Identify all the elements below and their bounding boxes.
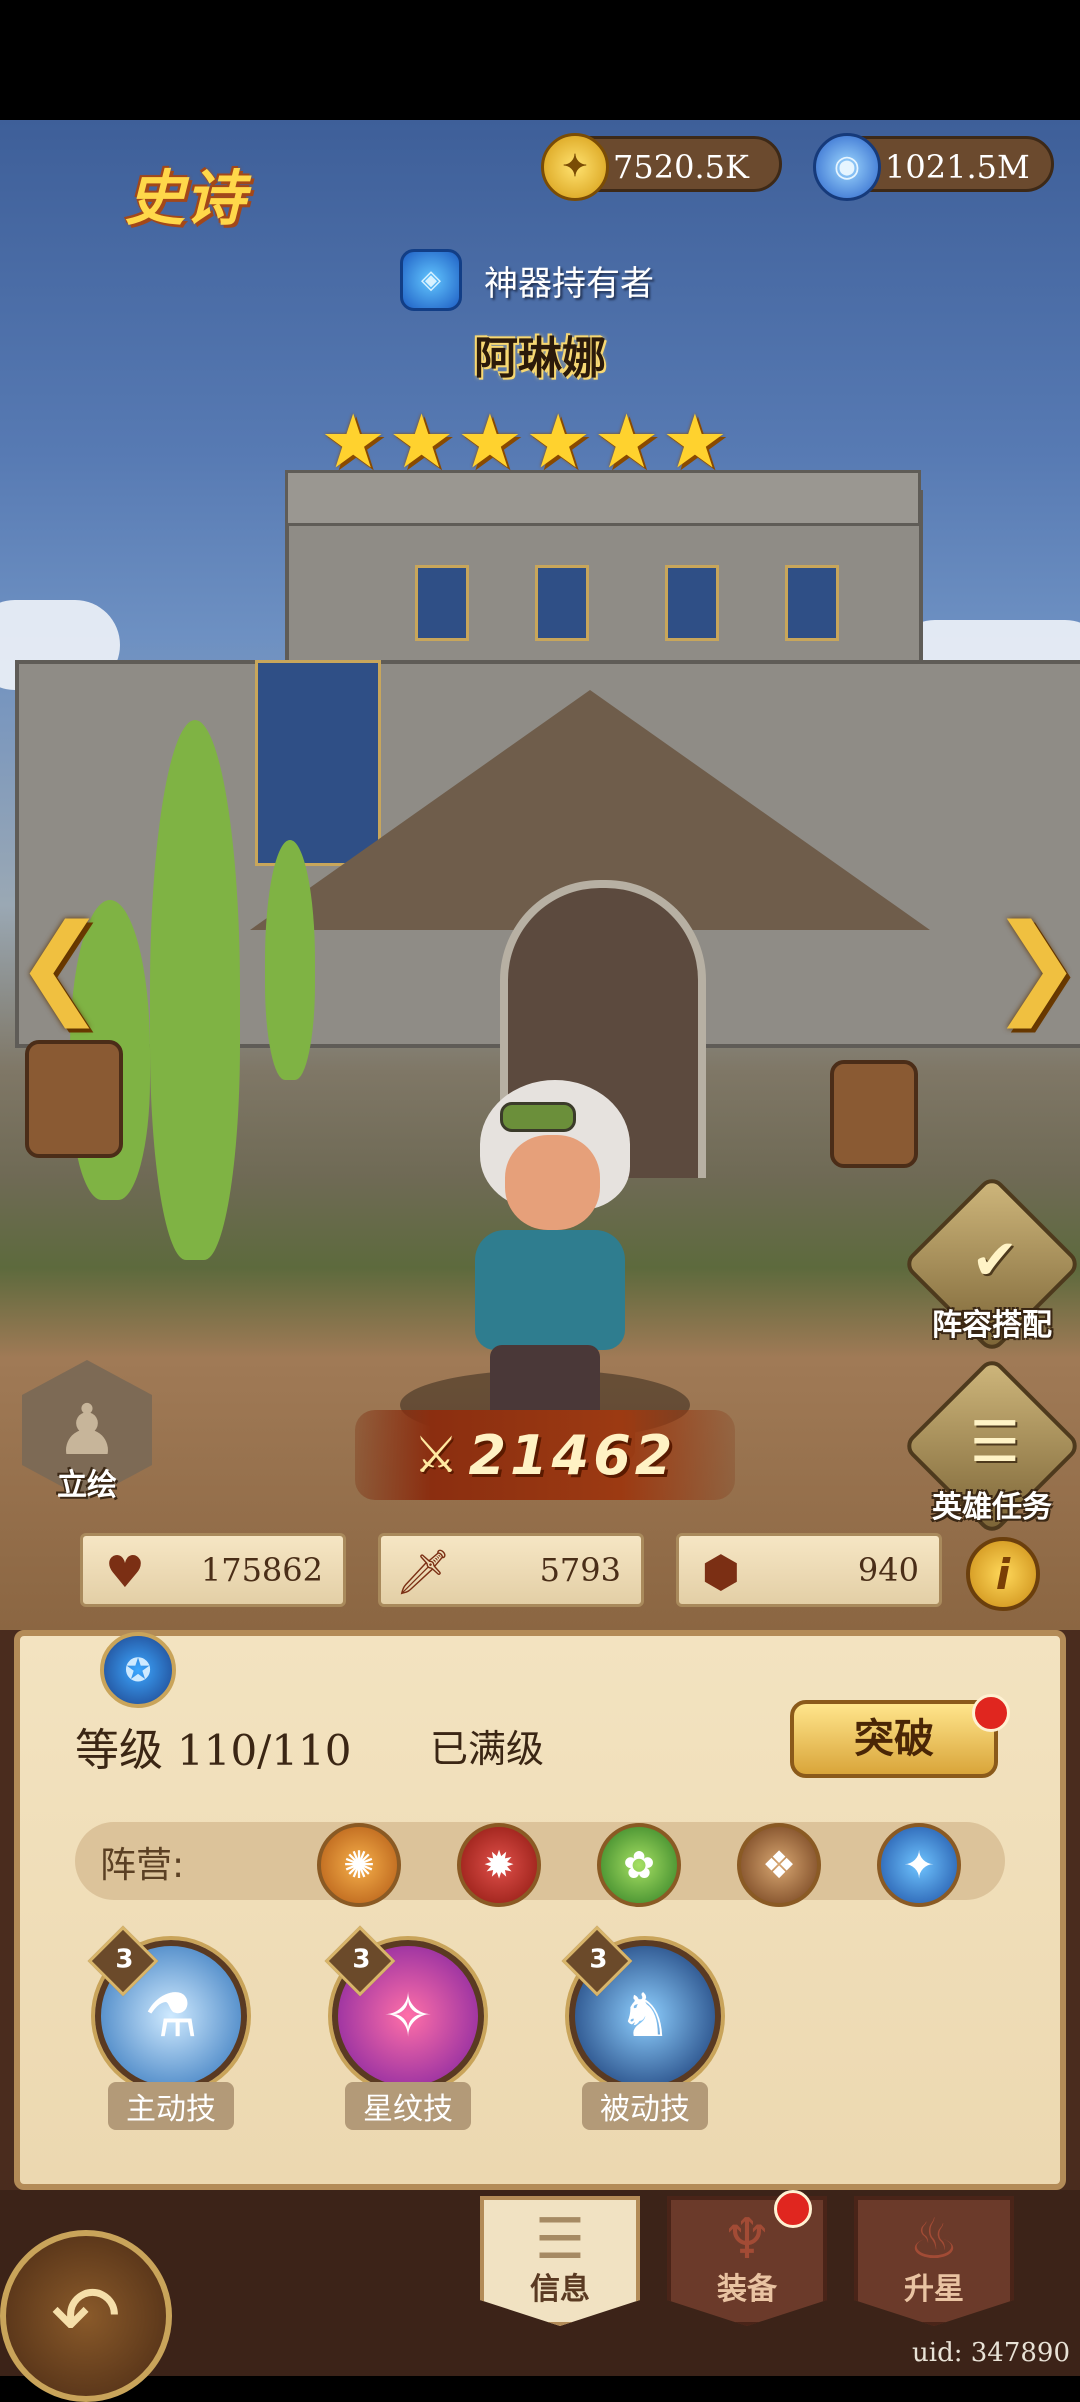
back-arrow-icon[interactable]: ↶ [0, 2230, 172, 2402]
hero-title-tag: ◈ 神器持有者 [400, 249, 654, 311]
skill-level: 3 [589, 1944, 608, 1975]
status-bar [0, 0, 1080, 120]
uid-label: uid: 347890 [912, 2338, 1070, 2368]
attack-value: 5793 [539, 1551, 621, 1589]
gold-coin-icon: ✦ [541, 133, 609, 201]
tab-star-up[interactable]: ♨ 升星 [854, 2196, 1014, 2326]
faction-label: 阵营: [100, 1845, 185, 1886]
crossed-swords-icon: ⚔ [413, 1426, 459, 1484]
gold-currency[interactable]: ✦ 7520.5K [541, 133, 782, 201]
star-skill[interactable]: ✧ 3 星纹技 [323, 1925, 493, 2130]
hero-quest-button[interactable]: ☰ 英雄任务 [901, 1355, 1080, 1537]
active-skill[interactable]: ⚗ 3 主动技 [86, 1925, 256, 2130]
tree [265, 840, 315, 1080]
barrel [25, 1040, 123, 1158]
hero-body [475, 1230, 625, 1350]
attack-stat: 🗡 5793 [378, 1533, 644, 1607]
faction-nature-icon[interactable]: ✿ [597, 1823, 681, 1907]
portrait-button[interactable]: ♟ 立绘 [22, 1360, 152, 1510]
mana-potion-icon: ◉ [813, 133, 881, 201]
hero-quest-label: 英雄任务 [932, 1490, 1052, 1525]
faction-water-icon[interactable]: ✦ [877, 1823, 961, 1907]
lineup-button[interactable]: ✔ 阵容搭配 [901, 1173, 1080, 1355]
level-value: 110/110 [177, 1726, 352, 1775]
tab-label: 装备 [717, 2272, 777, 2307]
gold-value: 7520.5K [613, 148, 749, 186]
faction-rune-icon[interactable]: ❖ [737, 1823, 821, 1907]
hero-face [505, 1135, 600, 1230]
notification-dot [972, 1694, 1010, 1732]
combat-power: ⚔ 21462 [355, 1410, 735, 1500]
hp-stat: ♥ 175862 [80, 1533, 346, 1607]
star-icon: ★ [320, 399, 387, 485]
star-icon: ★ [525, 399, 592, 485]
skill-name: 星纹技 [345, 2082, 471, 2130]
rank-badge-icon: ✪ [100, 1632, 176, 1708]
small-banner [535, 565, 589, 641]
tree [150, 720, 240, 1260]
mana-currency[interactable]: ◉ 1021.5M [813, 133, 1054, 201]
rarity-label: 史诗 [125, 164, 245, 234]
faction-fire-icon[interactable]: ✹ [457, 1823, 541, 1907]
small-banner [785, 565, 839, 641]
hero-goggles [500, 1102, 576, 1132]
star-icon: ★ [661, 399, 729, 485]
passive-skill[interactable]: ♞ 3 被动技 [560, 1925, 730, 2130]
hero-name: 阿琳娜 [474, 333, 606, 384]
portrait-label: 立绘 [57, 1468, 117, 1503]
tab-label: 信息 [530, 2272, 590, 2307]
star-icon: ★ [388, 399, 455, 485]
star-icon: ★ [456, 399, 524, 485]
sword-icon: 🗡 [395, 1547, 451, 1598]
info-icon[interactable]: i [966, 1537, 1040, 1611]
lineup-label: 阵容搭配 [932, 1308, 1052, 1343]
hero-title: 神器持有者 [484, 263, 654, 304]
prev-hero-arrow-icon[interactable]: ❮ [14, 900, 106, 1028]
mana-value: 1021.5M [885, 148, 1030, 186]
tab-label: 升星 [904, 2272, 964, 2307]
defense-stat: ⬢ 940 [676, 1533, 942, 1607]
defense-value: 940 [857, 1551, 919, 1589]
hp-value: 175862 [200, 1551, 323, 1589]
artifact-gem-icon: ◈ [400, 249, 462, 311]
level-label: 等级 [75, 1725, 163, 1776]
star-rating: ★ ★ ★ ★ ★ ★ [320, 405, 728, 479]
small-banner [415, 565, 469, 641]
skill-name: 主动技 [108, 2082, 234, 2130]
next-hero-arrow-icon[interactable]: ❯ [990, 900, 1080, 1028]
skill-level: 3 [115, 1944, 134, 1975]
notification-dot [774, 2190, 812, 2228]
skill-name: 被动技 [582, 2082, 708, 2130]
breakthrough-button[interactable]: 突破 [790, 1700, 998, 1778]
shield-icon: ⬢ [701, 1546, 741, 1598]
max-level-label: 已满级 [430, 1727, 545, 1771]
combat-power-value: 21462 [468, 1423, 677, 1487]
heart-icon: ♥ [105, 1546, 145, 1598]
barrel [830, 1060, 918, 1168]
star-icon: ★ [593, 399, 660, 485]
small-banner [665, 565, 719, 641]
skill-level: 3 [352, 1944, 371, 1975]
tab-info[interactable]: ☰ 信息 [480, 2196, 640, 2326]
level-row: 等级 110/110 [75, 1714, 351, 1778]
faction-sun-icon[interactable]: ✺ [317, 1823, 401, 1907]
